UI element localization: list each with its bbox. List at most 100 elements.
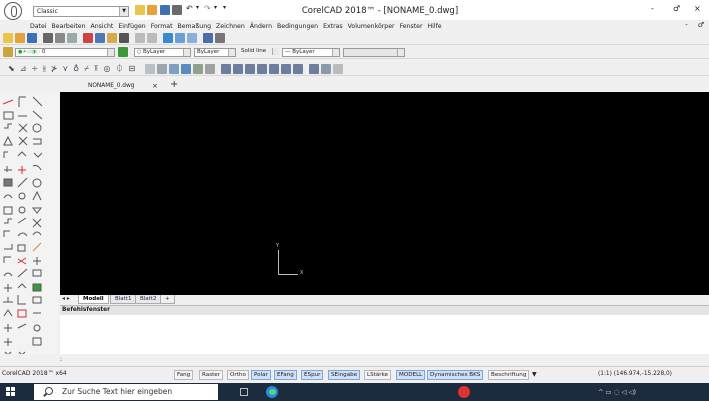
drawing-canvas[interactable]: Y X <box>60 92 709 295</box>
corelcad-logo-icon[interactable] <box>4 2 22 20</box>
menu-aendern[interactable]: Ändern <box>250 23 272 30</box>
menu-format[interactable]: Format <box>151 23 173 30</box>
plot-icon[interactable] <box>67 33 77 43</box>
color-select[interactable]: ○ ByLayer <box>134 47 191 57</box>
status-ortho-button[interactable]: Ortho <box>227 370 249 380</box>
print-icon[interactable] <box>172 5 182 15</box>
pan-icon[interactable] <box>163 33 173 43</box>
redo-icon[interactable]: ↷ <box>204 4 211 13</box>
esnap-icon[interactable] <box>257 63 268 74</box>
menu-einfuegen[interactable]: Einfügen <box>118 23 145 30</box>
properties-icon[interactable] <box>203 33 213 43</box>
snap-extension-icon[interactable]: ⫲ <box>43 64 46 74</box>
chevron-down-icon[interactable] <box>397 48 404 56</box>
linetype-select[interactable]: ByLayer <box>194 47 236 57</box>
layer-manager-icon[interactable] <box>3 47 13 57</box>
print-icon[interactable] <box>43 33 53 43</box>
status-efang-button[interactable]: EFang <box>274 370 297 380</box>
new-file-icon[interactable] <box>135 5 145 15</box>
dynamic-ucs-icon[interactable] <box>309 63 320 74</box>
snap-node-icon[interactable]: ⊟ <box>128 64 135 73</box>
paste-icon[interactable] <box>107 33 117 43</box>
chevron-down-icon[interactable] <box>228 48 235 56</box>
open-icon[interactable] <box>15 33 25 43</box>
polar-icon[interactable] <box>245 63 256 74</box>
chevron-down-icon[interactable]: ▾ <box>214 4 217 11</box>
menu-datei[interactable]: Datei <box>30 23 47 30</box>
snap-center-icon[interactable]: ◎ <box>103 64 110 73</box>
tool-palette-icons[interactable] <box>0 92 58 356</box>
redo-icon[interactable] <box>147 33 157 43</box>
document-restore-button[interactable]: ♂ <box>698 21 704 29</box>
layer-select[interactable]: ●☀▭◑◌ 0 <box>15 47 115 57</box>
status-espur-button[interactable]: ESpur <box>301 370 324 380</box>
save-icon[interactable] <box>27 33 37 43</box>
snap-parallel-icon[interactable]: ⫪ <box>94 64 99 74</box>
menu-ansicht[interactable]: Ansicht <box>91 23 114 30</box>
snap-midpoint-icon[interactable]: ⊿ <box>20 64 27 73</box>
undo-icon[interactable] <box>135 33 145 43</box>
plotstyle-select[interactable] <box>343 47 405 57</box>
linestyle-select[interactable]: Solid line <box>239 47 279 57</box>
model-space-icon[interactable] <box>293 63 304 74</box>
tab-blatt1[interactable]: Blatt1 <box>110 295 137 304</box>
maximize-button[interactable]: ♂ <box>673 4 680 13</box>
chevron-down-icon[interactable] <box>332 48 339 56</box>
command-input[interactable]: : <box>60 356 62 363</box>
tab-blatt2[interactable]: Blatt2 <box>135 295 162 304</box>
status-fang-button[interactable]: Fang <box>174 370 194 380</box>
print-preview-icon[interactable] <box>55 33 65 43</box>
lineweight-select[interactable]: — ByLayer <box>282 47 340 57</box>
chevron-down-icon[interactable]: ▼ <box>119 7 128 16</box>
snap-insertion-icon[interactable] <box>181 63 192 74</box>
ortho-icon[interactable] <box>233 63 244 74</box>
status-beschriftung-button[interactable]: Beschriftung <box>488 370 530 380</box>
snap-perpendicular-icon[interactable]: ⋎ <box>62 64 68 73</box>
open-file-icon[interactable] <box>147 5 157 15</box>
menu-extras[interactable]: Extras <box>323 23 343 30</box>
corelcad-taskbar-icon[interactable] <box>458 386 470 398</box>
edge-browser-icon[interactable] <box>266 386 278 398</box>
chevron-down-icon[interactable] <box>107 48 114 56</box>
design-resources-icon[interactable] <box>215 33 225 43</box>
undo-icon[interactable]: ↶ <box>186 4 193 13</box>
menu-hilfe[interactable]: Hilfe <box>428 23 442 30</box>
status-seingabe-button[interactable]: SEingabe <box>328 370 361 380</box>
make-layer-current-icon[interactable] <box>118 47 128 57</box>
taskbar-search-box[interactable]: Zur Suche Text hier eingeben <box>34 384 218 400</box>
chevron-down-icon[interactable]: ▼ <box>532 371 537 378</box>
status-polar-button[interactable]: Polar <box>251 370 271 380</box>
menu-bearbeiten[interactable]: Bearbeiten <box>52 23 86 30</box>
grid-icon[interactable] <box>221 63 232 74</box>
tab-modell[interactable]: Modell <box>78 295 109 304</box>
chevron-down-icon[interactable]: ▾ <box>196 4 199 11</box>
minimize-button[interactable]: - <box>651 4 654 13</box>
snap-apply-icon[interactable] <box>205 63 216 74</box>
etrack-icon[interactable] <box>269 63 280 74</box>
quick-access-more-icon[interactable]: ▾ <box>223 4 226 11</box>
close-button[interactable]: × <box>694 4 701 13</box>
layout-nav-arrows[interactable]: ◂ ▸ <box>62 295 70 302</box>
chevron-down-icon[interactable] <box>272 47 279 55</box>
menu-bemassung[interactable]: Bemaßung <box>178 23 212 30</box>
snap-none-icon[interactable] <box>193 63 204 74</box>
copy-icon[interactable] <box>95 33 105 43</box>
system-tray[interactable]: ^ ▭ ◌ ◁ ◁) <box>598 388 636 396</box>
snap-tangent-icon[interactable]: ♁ <box>73 64 79 73</box>
snap-settings-icon[interactable] <box>145 63 156 74</box>
menu-zeichnen[interactable]: Zeichnen <box>216 23 245 30</box>
menu-fenster[interactable]: Fenster <box>400 23 423 30</box>
status-dynamic-ucs-button[interactable]: Dynamisches BKS <box>427 370 484 380</box>
save-icon[interactable] <box>160 5 170 15</box>
tab-close-button[interactable]: × <box>152 80 158 92</box>
menu-volumenkoerper[interactable]: Volumenkörper <box>348 23 395 30</box>
snap-from-icon[interactable] <box>169 63 180 74</box>
snap-tracking-icon[interactable] <box>157 63 168 74</box>
snap-nearest-icon[interactable]: ⌿ <box>84 64 89 74</box>
status-modell-button[interactable]: MODELL <box>396 370 426 380</box>
lineweight-icon[interactable] <box>281 63 292 74</box>
new-tab-button[interactable]: + <box>170 79 178 91</box>
status-raster-button[interactable]: Raster <box>199 370 224 380</box>
workspace-select[interactable]: Classic ▼ <box>33 6 129 17</box>
snap-apparent-icon[interactable]: ⊁ <box>51 64 58 73</box>
